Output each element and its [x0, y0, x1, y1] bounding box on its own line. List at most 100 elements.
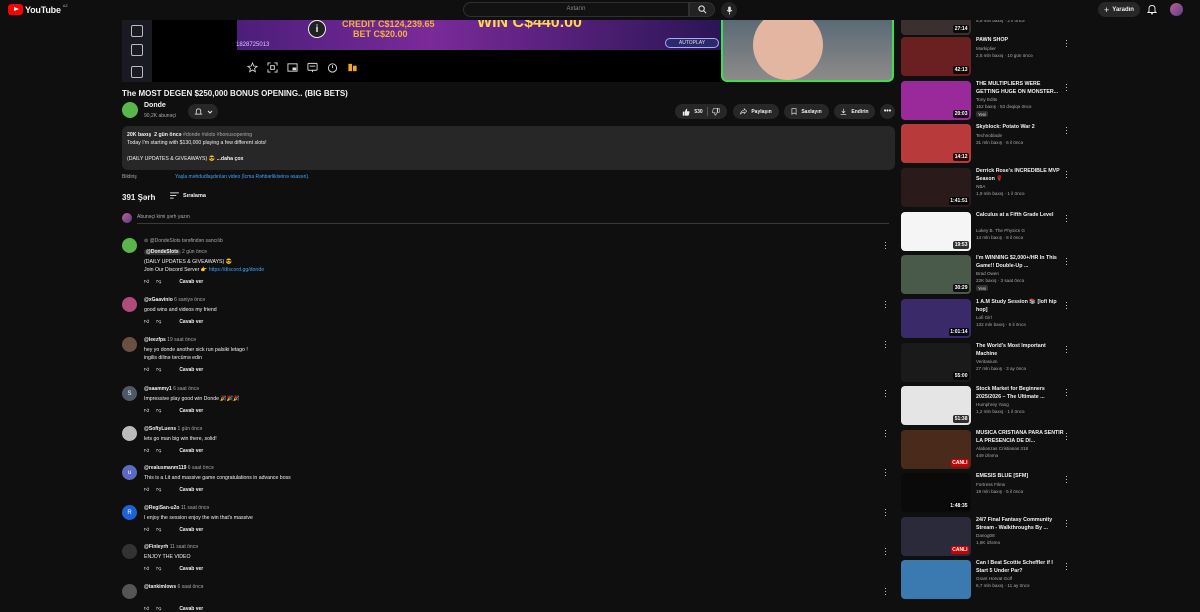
related-video-item[interactable]: 42:13 PAWN SHOP Markiplier 2,5 mln baxış · … — [901, 36, 1191, 78]
related-video-channel[interactable]: Tony Edits — [976, 97, 997, 102]
reply-button[interactable]: Cavab ver — [179, 566, 203, 572]
related-video-channel[interactable]: Alabanzas Cristianas 318 — [976, 446, 1028, 451]
commenter-avatar[interactable]: S — [122, 386, 137, 401]
comment-like-icon[interactable]: 👍︎ — [144, 279, 149, 285]
commenter-avatar[interactable] — [122, 297, 137, 312]
video-thumbnail[interactable]: 55:00 — [901, 343, 971, 382]
reply-button[interactable]: Cavab ver — [179, 527, 203, 533]
related-video-menu-icon[interactable]: · · · — [1065, 472, 1069, 487]
comment-dislike-icon[interactable]: 👎︎ — [156, 408, 161, 414]
related-video-menu-icon[interactable]: · · · — [1065, 254, 1069, 269]
comment-menu-icon[interactable]: · · · — [884, 238, 888, 253]
related-video-title[interactable]: Can I Beat Scottie Scheffler if I Start … — [976, 560, 1064, 575]
related-video-title[interactable]: EMESIS BLUE [SFM] — [976, 473, 1064, 481]
related-video-title[interactable]: Stock Market for Beginners 2025/2026 – T… — [976, 386, 1064, 401]
sort-button[interactable]: Sıralama — [170, 192, 206, 199]
reply-button[interactable]: Cavab ver — [179, 319, 203, 325]
search-button[interactable] — [689, 2, 715, 17]
video-thumbnail[interactable]: CANLI — [901, 517, 971, 556]
related-video-item[interactable]: CANLI MUSICA CRISTIANA PARA SENTIR LA PRE… — [901, 429, 1191, 471]
commenter-avatar[interactable] — [122, 238, 137, 253]
download-icon[interactable] — [131, 66, 143, 78]
related-video-channel[interactable]: Veritasium — [976, 359, 997, 364]
dislike-icon[interactable] — [711, 107, 720, 116]
related-video-item[interactable]: 19:53 Calculus at a Fifth Grade Level Luke… — [901, 211, 1191, 253]
related-video-menu-icon[interactable]: · · · — [1065, 167, 1069, 182]
video-thumbnail[interactable]: 1:01:14 — [901, 299, 971, 338]
comment-time[interactable]: 1 gün öncə — [178, 426, 203, 432]
comment-like-icon[interactable]: 👍︎ — [144, 606, 149, 612]
reply-button[interactable]: Cavab ver — [179, 367, 203, 373]
commenter-avatar[interactable] — [122, 426, 137, 441]
video-thumbnail[interactable]: 30:29 — [901, 255, 971, 294]
commenter-avatar[interactable]: R — [122, 505, 137, 520]
comment-time[interactable]: 19 saat öncə — [167, 337, 196, 343]
comment-time[interactable]: 6 saat öncə — [178, 584, 204, 590]
extension-icon[interactable] — [347, 62, 358, 73]
video-thumbnail[interactable]: 51:38 — [901, 386, 971, 425]
video-thumbnail[interactable] — [901, 560, 971, 599]
chat-icon[interactable] — [307, 62, 318, 73]
comment-time[interactable]: 11 saat öncə — [170, 544, 198, 550]
add-comment-input[interactable]: Abunəçi kimi şərh yazın — [137, 214, 190, 220]
search-input[interactable]: Axtarın — [463, 2, 689, 17]
related-video-menu-icon[interactable]: · · · — [1065, 123, 1069, 138]
subscribed-notification-button[interactable] — [188, 104, 218, 119]
related-video-menu-icon[interactable]: · · · — [1065, 559, 1069, 574]
show-more-link[interactable]: ...daha çox — [217, 156, 244, 162]
discord-link[interactable]: https://discord.gg/donde — [209, 267, 264, 273]
translate-icon[interactable] — [131, 44, 143, 56]
commenter-avatar[interactable] — [122, 337, 137, 352]
comment-dislike-icon[interactable]: 👎︎ — [156, 448, 161, 454]
comment-like-icon[interactable]: 👍︎ — [144, 566, 149, 572]
related-video-title[interactable]: The World's Most Important Machine — [976, 343, 1064, 358]
related-video-menu-icon[interactable]: · · · — [1065, 36, 1069, 51]
related-video-channel[interactable]: Lukey B. The Physics G — [976, 228, 1025, 233]
channel-avatar[interactable] — [122, 102, 138, 118]
comment-time[interactable]: 6 saat öncə — [173, 386, 199, 392]
more-actions-button[interactable]: ••• — [880, 104, 895, 119]
related-video-title[interactable]: 1 A.M Study Session 📚 [lofi hip hop] — [976, 299, 1064, 314]
commenter-avatar[interactable] — [122, 584, 137, 599]
video-thumbnail[interactable]: 19:53 — [901, 212, 971, 251]
miniplayer-icon[interactable] — [287, 62, 298, 73]
comment-like-icon[interactable]: 👍︎ — [144, 319, 149, 325]
related-video-channel[interactable]: Brad Owen — [976, 271, 999, 276]
star-icon[interactable] — [247, 62, 258, 73]
related-video-title[interactable]: PAWN SHOP — [976, 37, 1064, 45]
comment-time[interactable]: 6 saat öncə — [188, 465, 214, 471]
related-video-item[interactable]: 1:01:14 1 A.M Study Session 📚 [lofi hip h… — [901, 298, 1191, 340]
related-video-channel[interactable]: Grant Horvat Golf — [976, 576, 1012, 581]
comment-menu-icon[interactable]: · · · — [884, 584, 888, 599]
comment-menu-icon[interactable]: · · · — [884, 505, 888, 520]
comment-dislike-icon[interactable]: 👎︎ — [156, 367, 161, 373]
comment-author[interactable]: @Finleyrh — [144, 544, 168, 550]
reply-button[interactable]: Cavab ver — [179, 487, 203, 493]
related-video-channel[interactable]: Lofi Girl — [976, 315, 992, 320]
autoplay-button[interactable]: AUTOPLAY — [665, 38, 719, 48]
comment-like-icon[interactable]: 👍︎ — [144, 527, 149, 533]
share-button[interactable]: Paylaşın — [733, 104, 779, 119]
related-video-title[interactable]: THE MULTIPLIERS WERE GETTING HUGE ON MON… — [976, 81, 1064, 96]
comment-like-icon[interactable]: 👍︎ — [144, 448, 149, 454]
related-video-item[interactable]: 30:29 I'm WINNING $2,000+/HR In This Game… — [901, 254, 1191, 296]
video-thumbnail[interactable]: 42:13 — [901, 37, 971, 76]
info-icon[interactable]: i — [308, 20, 326, 38]
related-video-title[interactable]: MUSICA CRISTIANA PARA SENTIR LA PRESENCI… — [976, 430, 1064, 445]
age-restriction-notice[interactable]: Yaşla məhdudlaşdırılan video (İcma Rəhbə… — [175, 174, 309, 180]
youtube-logo[interactable]: YouTube AZ — [8, 3, 68, 15]
related-video-title[interactable]: Calculus at a Fifth Grade Level — [976, 212, 1064, 220]
like-icon[interactable] — [682, 108, 690, 116]
comment-dislike-icon[interactable]: 👎︎ — [156, 319, 161, 325]
comment-author[interactable]: @DondeSlots — [144, 249, 181, 255]
related-video-menu-icon[interactable]: · · · — [1065, 516, 1069, 531]
comment-like-icon[interactable]: 👍︎ — [144, 487, 149, 493]
notifications-bell-icon[interactable] — [1146, 3, 1158, 15]
related-video-item[interactable]: Can I Beat Scottie Scheffler if I Start … — [901, 559, 1191, 601]
related-video-channel[interactable]: Fortress Films — [976, 482, 1005, 487]
comment-time[interactable]: 2 gün öncə — [182, 249, 207, 255]
reply-button[interactable]: Cavab ver — [179, 408, 203, 414]
video-thumbnail[interactable]: 1:48:35 — [901, 473, 971, 512]
related-video-menu-icon[interactable]: · · · — [1065, 80, 1069, 95]
commenter-avatar[interactable] — [122, 544, 137, 559]
